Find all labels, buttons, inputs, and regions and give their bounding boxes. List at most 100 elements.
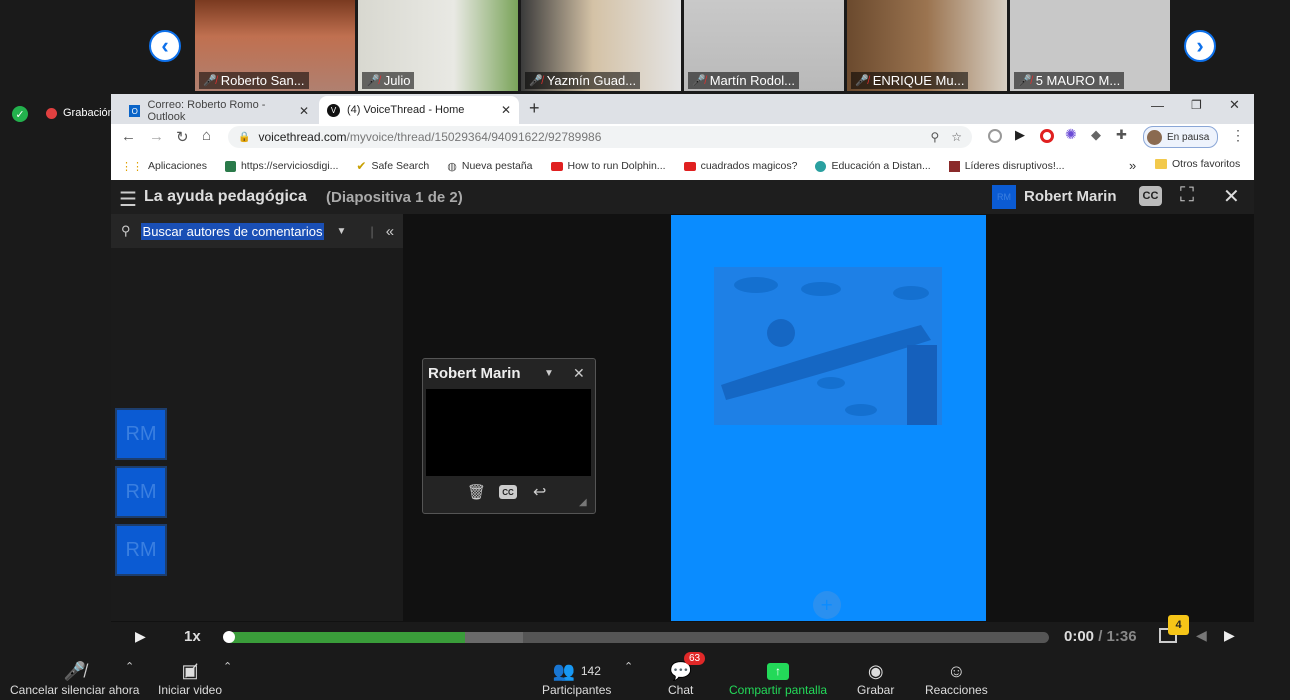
user-avatar[interactable]: RM <box>992 185 1016 209</box>
participant-video[interactable]: 🎤̸ Martín Rodol... <box>684 0 844 91</box>
outlook-icon: O <box>129 105 141 117</box>
bookmark-item[interactable]: ✔ Safe Search <box>356 159 429 173</box>
back-button[interactable]: ← <box>121 128 136 145</box>
apps-grid-icon: ⋮⋮ <box>121 160 143 173</box>
participant-video[interactable]: 🎤̸ 5 MAURO M... <box>1010 0 1170 91</box>
gear-extension-icon[interactable]: ✺ <box>1065 126 1077 143</box>
close-icon[interactable]: ✕ <box>573 365 585 382</box>
site-icon <box>948 160 960 172</box>
start-video-button[interactable]: ▣̸ Iniciar video <box>158 659 222 698</box>
bookmark-star-icon[interactable]: ☆ <box>951 130 962 144</box>
participant-video[interactable]: 🎤̸ Julio <box>358 0 518 91</box>
youtube-icon <box>550 161 563 171</box>
bookmark-item[interactable]: Educación a Distan... <box>815 160 931 172</box>
security-shield-icon[interactable]: ✓ <box>12 106 28 122</box>
tab-close-icon[interactable]: ✕ <box>501 103 511 117</box>
chevron-down-icon[interactable]: ▼ <box>544 368 554 379</box>
participants-button[interactable]: 👥 142 Participantes <box>542 659 611 698</box>
reply-icon[interactable]: ↩ <box>533 482 546 502</box>
comment-video[interactable] <box>426 389 591 476</box>
extension-icon[interactable] <box>988 129 1002 143</box>
close-icon[interactable]: ✕ <box>1223 184 1240 209</box>
window-close-button[interactable]: ✕ <box>1229 97 1240 113</box>
vt-header: ☰ La ayuda pedagógica (Diapositiva 1 de … <box>111 180 1254 214</box>
reactions-button[interactable]: ☺ Reacciones <box>925 659 988 698</box>
other-bookmarks-folder[interactable]: Otros favoritos <box>1155 158 1240 170</box>
user-name[interactable]: Robert Marin <box>1024 188 1117 205</box>
next-slide-icon[interactable]: ▶ <box>1224 627 1235 644</box>
voicethread-app: ☰ La ayuda pedagógica (Diapositiva 1 de … <box>111 180 1254 650</box>
profile-button[interactable]: En pausa <box>1143 126 1219 148</box>
progress-track[interactable] <box>227 632 1049 643</box>
chevron-up-icon[interactable]: ⌃ <box>223 660 232 673</box>
participant-video[interactable]: 🎤̸ Yazmín Guad... <box>521 0 681 91</box>
bookmark-item[interactable]: cuadrados magicos? <box>683 160 797 172</box>
new-tab-button[interactable]: + <box>529 98 540 119</box>
bookmark-item[interactable]: Líderes disruptivos!... <box>948 160 1065 172</box>
bookmark-item[interactable]: ◍ Nueva pestaña <box>447 160 532 173</box>
playback-speed[interactable]: 1x <box>184 628 201 645</box>
forward-button[interactable]: → <box>149 128 164 145</box>
trash-icon[interactable]: 🗑 <box>467 483 486 501</box>
mic-muted-icon: 🎤̸ <box>692 75 706 87</box>
slide-image[interactable]: + <box>671 215 986 621</box>
participants-icon: 👥 <box>552 660 575 681</box>
avatar <box>1147 129 1162 145</box>
snoopy-illustration: + <box>714 267 942 619</box>
chevron-down-icon[interactable]: ▼ <box>336 226 346 237</box>
share-screen-button[interactable]: ↑ Compartir pantalla <box>729 659 827 697</box>
previous-slide-icon[interactable]: ◀ <box>1196 627 1207 644</box>
progress-handle[interactable] <box>223 631 235 643</box>
menu-kebab-icon[interactable]: ⋮ <box>1231 127 1245 144</box>
bookmark-item[interactable]: How to run Dolphin... <box>550 160 666 172</box>
recording-indicator: Grabación <box>46 107 114 119</box>
zoom-lens-icon[interactable]: ⚲ <box>930 130 939 144</box>
window-restore-button[interactable]: ❐ <box>1191 98 1202 112</box>
record-button[interactable]: ◉ Grabar <box>857 659 894 698</box>
comment-avatar[interactable]: RM <box>115 466 167 518</box>
fullscreen-icon[interactable]: ⛶ <box>1180 184 1194 207</box>
mute-button[interactable]: 🎤̸ Cancelar silenciar ahora <box>10 659 139 698</box>
comment-popup: Robert Marin ▼ ✕ 🗑 CC ↩ ◢ <box>422 358 596 514</box>
globe-icon: ◍ <box>447 160 457 173</box>
search-input[interactable]: Buscar autores de comentarios <box>140 222 325 240</box>
closed-captions-icon[interactable]: CC <box>499 485 517 499</box>
participant-video[interactable]: 🎤̸ Roberto San... <box>195 0 355 91</box>
tab-voicethread[interactable]: V (4) VoiceThread - Home ✕ <box>319 96 519 124</box>
popup-author[interactable]: Robert Marin <box>428 365 521 382</box>
tab-outlook[interactable]: O Correo: Roberto Romo - Outlook ✕ <box>121 98 317 124</box>
extensions-icon[interactable]: ✚ <box>1116 127 1127 143</box>
participant-video[interactable]: 🎤̸ ENRIQUE Mu... <box>847 0 1007 91</box>
puzzle-extension-icon[interactable]: ◆ <box>1091 127 1101 143</box>
chevron-up-icon[interactable]: ⌃ <box>624 660 633 673</box>
cursor-extension-icon[interactable]: ▶ <box>1015 127 1025 143</box>
bookmark-item[interactable]: https://serviciosdigi... <box>224 160 338 172</box>
thread-title: La ayuda pedagógica <box>144 188 307 205</box>
window-minimize-button[interactable]: — <box>1151 98 1164 113</box>
opera-icon[interactable] <box>1040 129 1054 143</box>
hamburger-menu-icon[interactable]: ☰ <box>119 187 137 212</box>
closed-captions-button[interactable]: CC <box>1139 186 1162 206</box>
comment-avatar[interactable]: RM <box>115 524 167 576</box>
mic-muted-icon: 🎤̸ <box>855 75 869 87</box>
progress-fill <box>227 632 465 643</box>
resize-handle-icon[interactable]: ◢ <box>579 497 587 508</box>
site-icon <box>224 160 236 172</box>
gallery-next-button[interactable]: › <box>1184 30 1216 62</box>
comment-count-badge: 4 <box>1168 615 1189 635</box>
chevron-up-icon[interactable]: ⌃ <box>125 660 134 673</box>
bookmark-apps[interactable]: ⋮⋮ Aplicaciones <box>121 160 207 173</box>
lock-icon: 🔒 <box>238 131 251 143</box>
comment-avatar[interactable]: RM <box>115 408 167 460</box>
shield-check-icon: ✔ <box>356 159 367 173</box>
home-button[interactable]: ⌂ <box>202 127 211 144</box>
collapse-sidebar-icon[interactable]: « <box>386 223 394 240</box>
tab-close-icon[interactable]: ✕ <box>299 104 309 118</box>
gallery-prev-button[interactable]: ‹ <box>149 30 181 62</box>
address-bar[interactable]: 🔒 voicethread.com/myvoice/thread/1502936… <box>228 126 972 148</box>
more-bookmarks-button[interactable]: » <box>1129 158 1136 173</box>
play-button[interactable]: ▶ <box>135 628 146 645</box>
reload-button[interactable]: ↻ <box>176 128 189 146</box>
search-icon: ⚲ <box>121 223 131 238</box>
author-search[interactable]: ⚲ Buscar autores de comentarios ▼ | « <box>111 214 403 248</box>
